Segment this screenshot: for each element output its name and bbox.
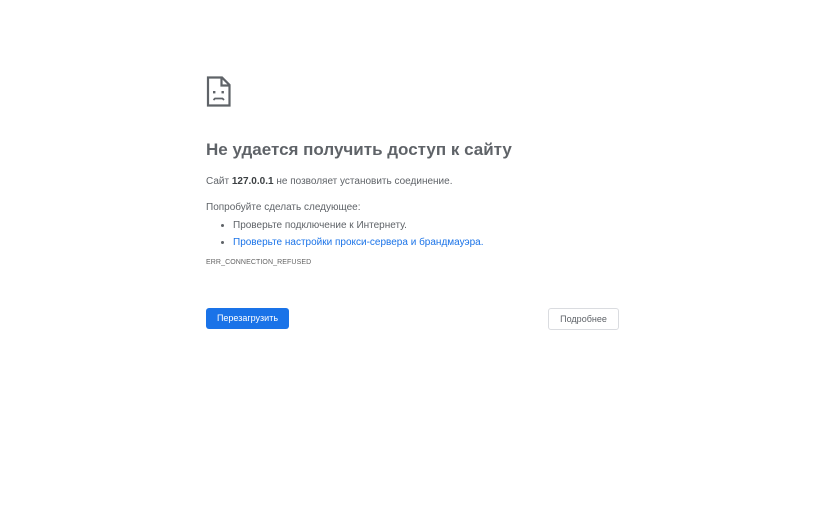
suggestions-heading: Попробуйте сделать следующее: (206, 202, 361, 213)
reload-button[interactable]: Перезагрузить (206, 308, 289, 329)
suggestion-check-proxy: Проверьте настройки прокси-сервера и бра… (233, 234, 620, 251)
message-suffix: не позволяет установить соединение. (276, 176, 453, 187)
suggestions-list: Проверьте подключение к Интернету. Прове… (206, 217, 620, 251)
error-content: Не удается получить доступ к сайту Сайт … (206, 76, 620, 266)
host-name: 127.0.0.1 (231, 176, 274, 187)
error-code: ERR_CONNECTION_REFUSED (206, 259, 312, 266)
proxy-settings-link[interactable]: Проверьте настройки прокси-сервера и бра… (233, 237, 484, 248)
suggestion-check-connection: Проверьте подключение к Интернету. (233, 217, 620, 234)
details-button[interactable]: Подробнее (548, 308, 619, 330)
message-prefix: Сайт (206, 176, 230, 187)
error-page: Не удается получить доступ к сайту Сайт … (0, 0, 825, 510)
error-title: Не удается получить доступ к сайту (206, 140, 512, 159)
sad-document-icon (206, 76, 232, 107)
error-message: Сайт 127.0.0.1 не позволяет установить с… (206, 175, 620, 189)
suggestion-text: Проверьте подключение к Интернету. (233, 220, 407, 231)
